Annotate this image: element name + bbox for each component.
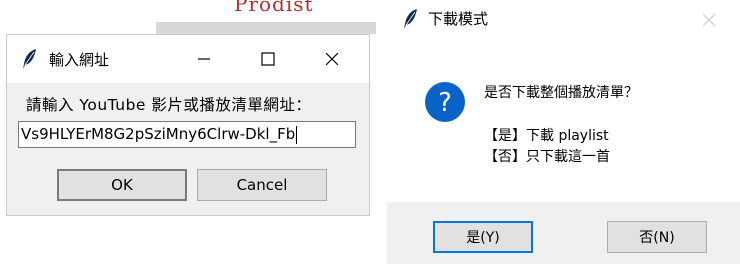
title-bar: 輸入網址: [7, 35, 369, 83]
dialog-title: 下載模式: [428, 10, 489, 28]
url-input-value: Vs9HLYErM8G2pSziMny6Clrw-Dkl_Fb: [21, 125, 296, 143]
option-yes-text: 【是】下載 playlist: [484, 128, 609, 144]
feather-icon: [402, 8, 420, 30]
cancel-button[interactable]: Cancel: [197, 169, 327, 201]
no-button[interactable]: 否(N): [607, 221, 707, 253]
question-icon: ?: [424, 81, 466, 123]
url-input-dialog: 輸入網址 請輸入 YouTube 影片或播放清單網址： Vs9HLYErM8G2…: [6, 34, 370, 216]
option-no-text: 【否】只下載這一首: [484, 149, 610, 165]
yes-button[interactable]: 是(Y): [433, 221, 533, 253]
feather-icon: [21, 48, 39, 70]
svg-text:?: ?: [438, 88, 452, 118]
minimize-icon: [198, 58, 210, 60]
url-prompt-label: 請輸入 YouTube 影片或播放清單網址：: [26, 96, 312, 114]
background-window-fragment: Prodist: [156, 0, 376, 34]
close-icon: [325, 52, 339, 66]
close-button[interactable]: [697, 8, 721, 32]
dialog-title: 輸入網址: [49, 51, 110, 69]
download-mode-dialog: 下載模式 ? 是否下載整個播放清單？ 【是】下載 playlist 【否】只下載…: [387, 0, 740, 264]
url-input[interactable]: Vs9HLYErM8G2pSziMny6Clrw-Dkl_Fb: [18, 121, 356, 148]
background-text: Prodist: [234, 0, 314, 16]
background-strip: [156, 22, 376, 34]
text-cursor: [296, 125, 298, 144]
maximize-button[interactable]: [245, 35, 291, 83]
close-icon: [702, 13, 716, 27]
close-button[interactable]: [309, 35, 355, 83]
question-text: 是否下載整個播放清單？: [484, 85, 638, 101]
ok-button[interactable]: OK: [57, 169, 187, 201]
minimize-button[interactable]: [181, 35, 227, 83]
maximize-icon: [261, 52, 275, 66]
